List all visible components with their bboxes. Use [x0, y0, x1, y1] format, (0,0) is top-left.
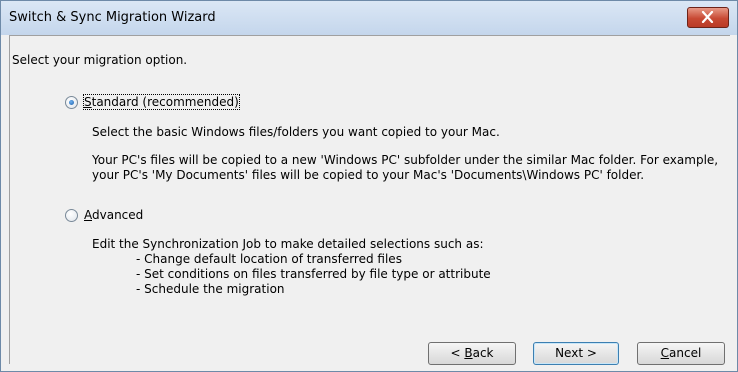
advanced-bullet-2: - Set conditions on files transferred by… [136, 267, 491, 281]
page-prompt: Select your migration option. [12, 53, 188, 67]
close-button[interactable] [687, 7, 729, 28]
standard-description-1: Select the basic Windows files/folders y… [92, 125, 500, 139]
radio-standard-button[interactable] [65, 95, 78, 109]
radio-advanced-button[interactable] [65, 208, 78, 222]
radio-advanced-label[interactable]: Advanced [84, 208, 143, 222]
next-button[interactable]: Next > [533, 342, 619, 365]
cancel-button[interactable]: Cancel [637, 342, 725, 365]
close-icon [701, 11, 714, 23]
advanced-bullet-3: - Schedule the migration [136, 282, 285, 296]
standard-description-2: Your PC's files will be copied to a new … [92, 153, 719, 182]
window-title: Switch & Sync Migration Wizard [9, 10, 216, 25]
radio-standard[interactable]: Standard (recommended) [65, 94, 240, 110]
radio-standard-label[interactable]: Standard (recommended) [83, 94, 240, 110]
advanced-bullet-1: - Change default location of transferred… [136, 252, 402, 266]
radio-advanced[interactable]: Advanced [65, 208, 143, 222]
back-button[interactable]: < Back [428, 342, 516, 365]
title-bar[interactable]: Switch & Sync Migration Wizard [1, 1, 737, 35]
advanced-description: Edit the Synchronization Job to make det… [92, 237, 484, 251]
wizard-content: Select your migration option. Standard (… [9, 35, 730, 365]
wizard-window: Switch & Sync Migration Wizard Select yo… [0, 0, 738, 372]
